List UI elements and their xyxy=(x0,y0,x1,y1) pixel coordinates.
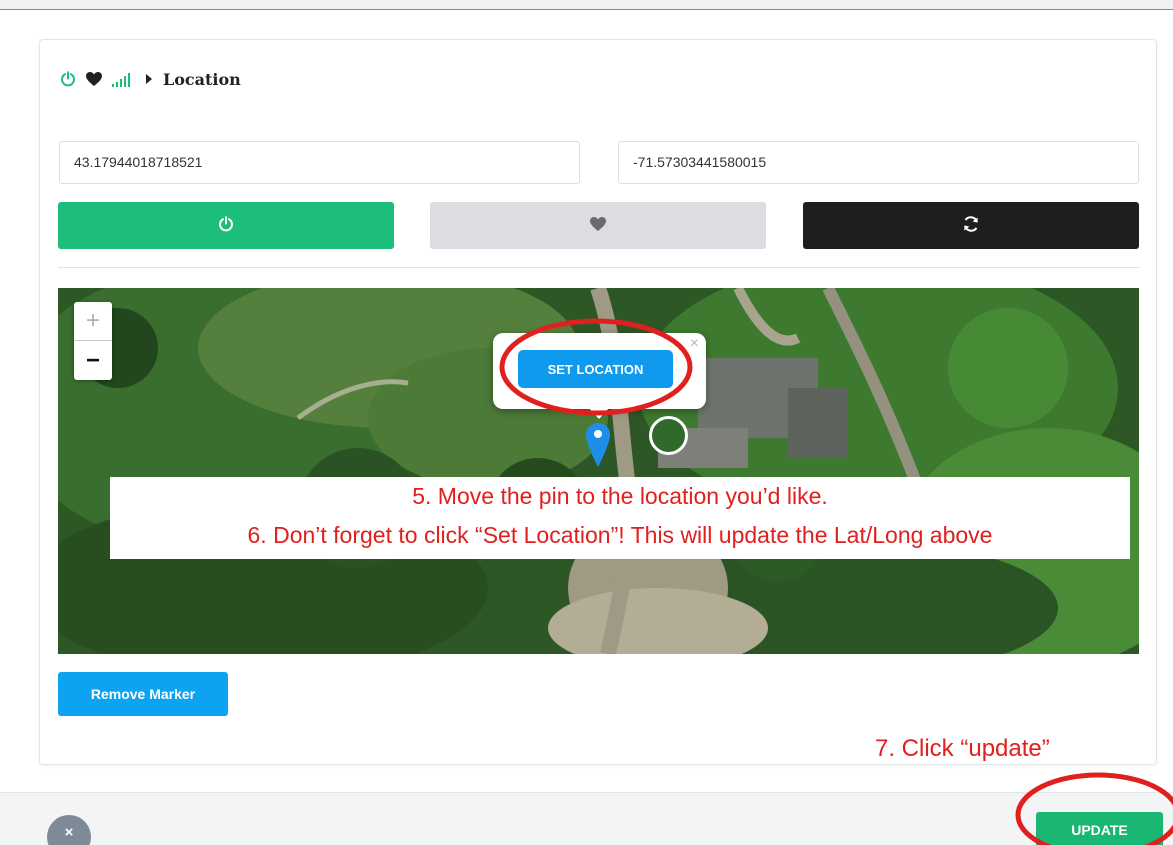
breadcrumb-current: Location xyxy=(163,69,241,89)
section-divider xyxy=(58,267,1139,268)
power-icon xyxy=(60,71,76,87)
instruction-step6: 6. Don’t forget to click “Set Location”!… xyxy=(247,522,993,548)
satellite-map[interactable]: + − × SET LOCATION xyxy=(58,288,1139,654)
map-pin-icon xyxy=(586,423,610,467)
zoom-out-button[interactable]: − xyxy=(74,341,112,380)
power-button[interactable] xyxy=(58,202,394,249)
instruction-step5: 5. Move the pin to the location you’d li… xyxy=(412,483,828,509)
breadcrumb: Location xyxy=(60,66,241,92)
instruction-step7: 7. Click “update” xyxy=(875,735,1050,762)
set-location-button[interactable]: SET LOCATION xyxy=(518,350,673,388)
zoom-control: + − xyxy=(74,302,112,380)
refresh-button[interactable] xyxy=(803,202,1139,249)
longitude-input[interactable]: -71.57303441580015 xyxy=(618,141,1139,184)
update-button[interactable]: UPDATE xyxy=(1036,812,1163,845)
favorite-button[interactable] xyxy=(430,202,766,249)
instruction-note: 5. Move the pin to the location you’d li… xyxy=(110,477,1130,559)
power-icon xyxy=(218,215,234,236)
popup-close-button[interactable]: × xyxy=(690,335,699,353)
zoom-in-button[interactable]: + xyxy=(74,302,112,341)
caret-right-icon xyxy=(145,74,153,84)
heart-icon xyxy=(85,71,103,87)
latitude-input[interactable]: 43.17944018718521 xyxy=(59,141,580,184)
remove-marker-button[interactable]: Remove Marker xyxy=(58,672,228,716)
current-location-marker[interactable] xyxy=(649,416,688,455)
refresh-icon xyxy=(962,215,980,237)
marker-popup: × SET LOCATION xyxy=(493,333,706,409)
signal-icon xyxy=(111,71,133,87)
modal-footer xyxy=(0,792,1173,845)
heart-icon xyxy=(589,216,607,236)
popup-pointer xyxy=(588,407,610,419)
map-pin-marker[interactable] xyxy=(585,422,611,472)
